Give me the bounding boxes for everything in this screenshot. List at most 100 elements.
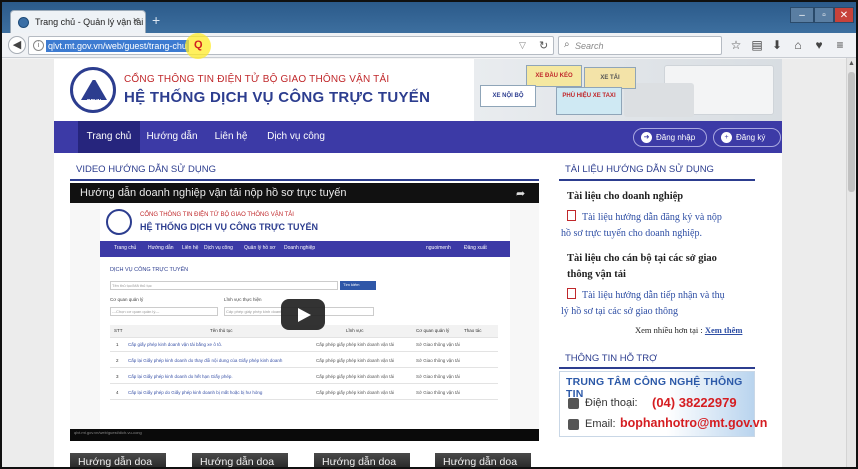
browser-tab[interactable]: Trang chủ - Quản lý vận tải × [10,10,146,33]
embedded-section-title: DỊCH VỤ CÔNG TRỰC TUYẾN [110,267,189,273]
embedded-nav: Trang chủ Hướng dẫn Liên hệ Dịch vụ công… [100,241,510,257]
play-button[interactable] [281,299,325,330]
login-button[interactable]: ➜ Đăng nhập [633,128,707,147]
status-url: qlvt.mt.gov.vn/web/guest/dich-vu-cong [74,430,142,435]
site-logo[interactable]: DRVN [70,67,116,113]
title-bar: Trang chủ - Quản lý vận tải × + – ▫ ✕ [2,2,856,33]
embedded-header: CỔNG THÔNG TIN ĐIỆN TỬ BỘ GIAO THÔNG VẬN… [100,203,510,241]
doc-link-text[interactable]: Tài liệu hướng dẫn đăng ký và nộp [582,212,722,223]
share-icon[interactable]: ➦ [516,187,525,200]
more-label: Xem nhiều hơn tại : [635,325,703,335]
more-link-row: Xem nhiều hơn tại : Xem thêm [635,325,742,335]
nav-item-home[interactable]: Trang chủ [78,121,140,153]
embedded-cell: 3 [116,374,119,379]
scroll-up-icon[interactable]: ▲ [848,60,855,67]
video-thumbnail[interactable]: Hướng dẫn doa [192,453,288,467]
road-icon [81,80,107,100]
reload-icon[interactable]: ↻ [539,39,548,52]
embedded-nav-item: Hướng dẫn [148,245,174,251]
info-icon[interactable]: i [33,40,44,51]
maximize-button[interactable]: ▫ [814,7,834,23]
docs-group-title: Tài liệu cho cán bộ tại các sở giao [567,253,717,264]
embedded-search-button: Tìm kiếm [340,281,376,290]
login-label: Đăng nhập [656,133,696,142]
embedded-logout: Đăng xuất [464,245,487,251]
embedded-cell: Cấp lại Giấy phép do Giấy phép kinh doan… [128,390,263,395]
page-scrollbar[interactable]: ▲ [846,58,856,467]
header-banner: XE ĐẦU KÉO XE TẢI XE NỘI BỘ PHÙ HIỆU XE … [474,59,782,121]
embedded-body: DỊCH VỤ CÔNG TRỰC TUYẾN Tên thủ tục/Mã t… [100,257,510,429]
embedded-table-row: 4 Cấp lại Giấy phép do Giấy phép kinh do… [110,387,498,400]
pocket-icon[interactable]: ♥ [811,38,827,52]
video-thumbnail[interactable]: Hướng dẫn doa [70,453,166,468]
doc-link-continued[interactable]: lý hồ sơ tại các sở giao thông [561,303,678,321]
search-placeholder: Search [575,41,604,51]
thumbnail-title: Hướng dẫn doa [78,456,153,468]
more-link[interactable]: Xem thêm [705,325,743,335]
menu-icon[interactable]: ≡ [832,38,848,52]
embedded-cell: Cấp phép giấy phép kinh doanh vận tải [316,358,395,363]
doc-link-text[interactable]: Tài liệu hướng dẫn tiếp nhận và thụ [582,290,725,301]
banner-card: PHÙ HIỆU XE TAXI [556,87,622,115]
new-tab-button[interactable]: + [152,12,160,28]
phone-icon [568,398,579,409]
pdf-icon [567,288,576,299]
video-player[interactable]: Hướng dẫn doanh nghiệp vận tải nộp hồ sơ… [70,183,539,441]
search-input[interactable]: ⌕ Search [558,36,722,55]
url-dropdown-icon[interactable]: ▽ [519,40,526,51]
favicon-icon [18,17,29,28]
embedded-search-input: Tên thủ tục/Mã thủ tục [110,281,338,290]
phone-label: Điện thoại: [585,397,638,409]
embedded-filter2-label: Lĩnh vực thực hiện [224,297,262,302]
clipboard-icon[interactable]: ▤ [749,38,765,52]
embedded-cell: Sở Giao thông vận tải [416,374,460,379]
docs-group-title: Tài liệu cho doanh nghiệp [567,191,684,202]
video-title[interactable]: Hướng dẫn doanh nghiệp vận tải nộp hồ sơ… [80,187,346,199]
banner-card: XE ĐẦU KÉO [526,65,582,87]
download-icon[interactable]: ⬇ [769,38,785,52]
section-divider [559,179,755,181]
cursor-icon: Q [194,39,203,51]
embedded-filter1-label: Cơ quan quản lý [110,297,144,302]
main-nav: Trang chủ Hướng dẫn Liên hệ Dịch vụ công… [54,121,782,153]
video-status-bar: qlvt.mt.gov.vn/web/guest/dich-vu-cong [70,429,539,441]
tab-close-icon[interactable]: × [133,15,139,27]
web-page: DRVN CỔNG THÔNG TIN ĐIỆN TỬ BỘ GIAO THÔN… [2,59,856,468]
back-arrow-icon[interactable]: ◀ [8,36,26,54]
embedded-cell: Sở Giao thông vận tải [416,342,460,347]
embedded-table-row: 3 Cấp lại Giấy phép kinh doanh do hết hạ… [110,371,498,384]
site-main-title: HỆ THỐNG DỊCH VỤ CÔNG TRỰC TUYẾN [124,89,431,106]
nav-item-guide[interactable]: Hướng dẫn [142,121,202,153]
embedded-table-row: 2 Cấp lại Giấy phép kinh doanh do thay đ… [110,355,498,368]
url-text[interactable]: qlvt.mt.gov.vn/web/guest/trang-chu [46,40,189,52]
embedded-main-title: HỆ THỐNG DỊCH VỤ CÔNG TRỰC TUYẾN [140,222,318,232]
docs-section-title: TÀI LIỆU HƯỚNG DẪN SỬ DỤNG [565,164,714,175]
scrollbar-thumb[interactable] [848,72,855,192]
banner-card: XE TẢI [584,67,636,89]
tab-title: Trang chủ - Quản lý vận tải [35,17,144,27]
section-divider [559,367,755,369]
docs-group-title-continued: thông vận tải [567,269,626,280]
close-window-button[interactable]: ✕ [834,7,854,23]
register-button[interactable]: + Đăng ký [713,128,781,147]
embedded-col-header: Thao tác [464,328,482,333]
nav-item-contact[interactable]: Liên hệ [206,121,256,153]
embedded-nav-item: Liên hệ [182,245,199,251]
support-email[interactable]: bophanhotro@mt.gov.vn [620,416,767,430]
minimize-button[interactable]: – [790,7,814,23]
bookmark-star-icon[interactable]: ☆ [728,38,744,52]
site-top-title: CỔNG THÔNG TIN ĐIỆN TỬ BỘ GIAO THÔNG VẬN… [124,74,390,85]
email-label: Email: [585,418,616,430]
section-divider [70,179,539,181]
login-icon: ➜ [641,132,652,143]
url-bar[interactable]: i qlvt.mt.gov.vn/web/guest/trang-chu Q ▽… [28,33,554,59]
nav-item-services[interactable]: Dịch vụ công [260,121,332,153]
home-icon[interactable]: ⌂ [790,38,806,52]
doc-link-continued[interactable]: hồ sơ trực tuyến cho doanh nghiệp. [561,225,702,243]
video-section-title: VIDEO HƯỚNG DẪN SỬ DỤNG [76,164,216,175]
embedded-filter1-select: ---Chọn cơ quan quản lý--- [110,307,218,316]
support-section-title: THÔNG TIN HỖ TRỢ [565,353,658,364]
video-thumbnail[interactable]: Hướng dẫn doa [314,453,410,467]
video-thumbnail[interactable]: Hướng dẫn doa [435,453,531,467]
mail-icon [568,419,579,430]
